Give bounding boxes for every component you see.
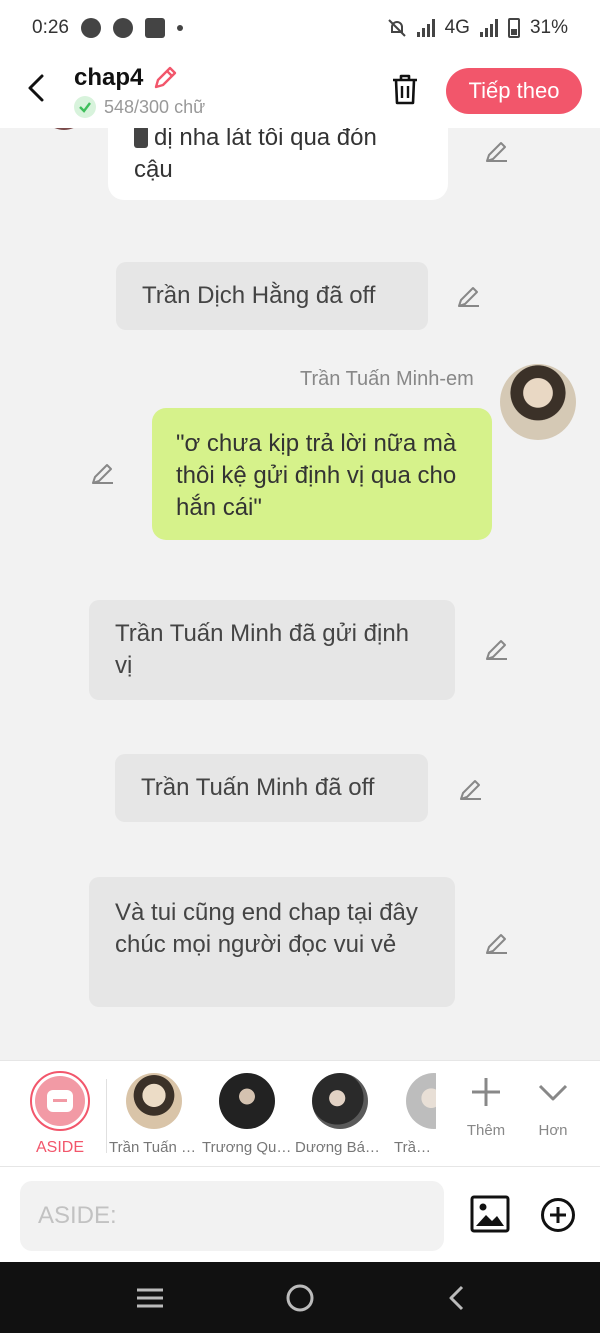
image-icon[interactable] (470, 1195, 510, 1233)
status-bar: 0:26 4G 31% (0, 0, 600, 56)
message-text: cậu (134, 156, 173, 183)
status-time: 0:26 (32, 17, 69, 38)
recents-icon[interactable] (134, 1282, 166, 1314)
message-author: Trần Tuấn Minh-em (300, 368, 474, 390)
aside-label: ASIDE (35, 1139, 84, 1156)
message-text: dị nha lát tôi qua đón (154, 128, 377, 151)
character-name: Trần Tuấn Minh-em (109, 1139, 199, 1156)
avatar (40, 128, 88, 130)
network-type: 4G (444, 17, 470, 38)
avatar (312, 1073, 368, 1129)
avatar (406, 1073, 436, 1129)
system-message[interactable]: Và tui cũng end chap tại đây chúc mọi ng… (89, 877, 455, 1007)
avatar[interactable] (500, 364, 576, 440)
system-message[interactable]: Trần Tuấn Minh đã gửi định vị (89, 600, 455, 700)
messenger-icon (80, 18, 101, 38)
word-count: 548/300 chữ (104, 96, 206, 117)
trash-icon[interactable] (388, 72, 422, 106)
edit-message-icon[interactable] (484, 930, 510, 956)
battery-icon (507, 18, 520, 38)
next-button[interactable]: Tiếp theo (446, 68, 582, 114)
system-message[interactable]: Trần Tuấn Minh đã off (115, 754, 428, 822)
back-nav-icon[interactable] (442, 1282, 474, 1314)
chevron-down-icon (538, 1084, 568, 1101)
back-icon[interactable] (20, 70, 56, 106)
check-icon (74, 96, 96, 118)
message-bubble[interactable]: dị nha lát tôi qua đón cậu (108, 128, 448, 200)
title-block: chap4 548/300 chữ (74, 64, 205, 118)
edit-title-icon[interactable] (151, 64, 179, 92)
add-character-button[interactable]: Thêm (456, 1075, 516, 1139)
mute-bell-icon (387, 19, 406, 37)
plus-icon (472, 1078, 500, 1106)
gauge-icon (112, 18, 133, 38)
input-row (0, 1166, 600, 1262)
notification-dot-icon (176, 25, 183, 31)
character-item[interactable]: Trương Quỳnh (202, 1073, 292, 1156)
add-circle-icon[interactable] (540, 1197, 576, 1233)
battery-percent: 31% (529, 17, 568, 38)
edit-message-icon[interactable] (484, 636, 510, 662)
home-icon[interactable] (284, 1282, 316, 1314)
editor-header: chap4 548/300 chữ Tiếp theo (0, 56, 600, 128)
add-label: Thêm (466, 1122, 506, 1139)
shop-icon (144, 18, 165, 38)
signal-icon (416, 19, 435, 37)
character-item[interactable]: Trần Dịch Hằng (388, 1073, 436, 1156)
character-message[interactable]: "ơ chưa kịp trả lời nữa mà thôi kệ gửi đ… (152, 408, 492, 540)
avatar (126, 1073, 182, 1129)
aside-icon (47, 1090, 73, 1112)
divider (106, 1079, 107, 1153)
character-item[interactable]: Dương Bác Văn (295, 1073, 385, 1156)
character-bar: ASIDE Trần Tuấn Minh-em Trương Quỳnh Dươ… (0, 1060, 600, 1166)
chat-area: dị nha lát tôi qua đón cậu Trần Dịch Hằn… (0, 128, 600, 1060)
system-nav-bar (0, 1262, 600, 1333)
edit-message-icon[interactable] (456, 283, 482, 309)
signal-icon-2 (479, 19, 498, 37)
character-name: Trương Quỳnh (202, 1139, 292, 1156)
edit-message-icon[interactable] (458, 776, 484, 802)
character-name: Dương Bác Văn (295, 1139, 385, 1156)
phone-emoji-icon (134, 128, 148, 148)
aside-button[interactable] (30, 1071, 90, 1131)
more-label: Hơn (538, 1122, 568, 1139)
chapter-title: chap4 (74, 64, 144, 91)
avatar (219, 1073, 275, 1129)
edit-message-icon[interactable] (90, 460, 116, 486)
more-button[interactable]: Hơn (523, 1075, 583, 1139)
aside-input[interactable] (20, 1181, 444, 1251)
edit-message-icon[interactable] (484, 138, 510, 164)
character-item[interactable]: Trần Tuấn Minh-em (109, 1073, 199, 1156)
character-name: Trần Dịch Hằng (394, 1139, 436, 1156)
system-message[interactable]: Trần Dịch Hằng đã off (116, 262, 428, 330)
